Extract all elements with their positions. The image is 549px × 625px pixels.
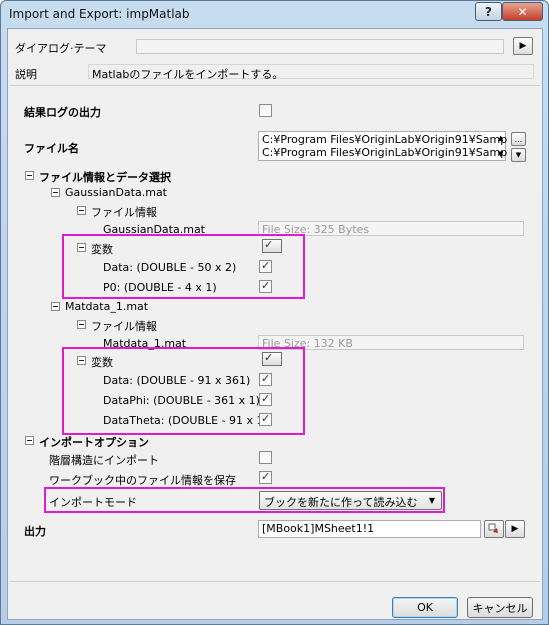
dialog-window: Import and Export: impMatlab ? ✕ ダイアログ·テ…	[0, 0, 549, 625]
range-pick-icon	[488, 523, 498, 533]
collapse-file-2-info-icon[interactable]	[77, 320, 86, 329]
results-log-checkbox[interactable]	[259, 104, 272, 117]
import-mode-value: ブックを新たに作って読み込む	[264, 496, 418, 509]
file-2-var-1-checkbox[interactable]	[259, 372, 272, 386]
filename-line-2: C:¥Program Files¥OriginLab¥Origin91¥Samp	[262, 146, 508, 159]
file-section-label: ファイル情報とデータ選択	[39, 171, 171, 184]
file-2-var-3-checkbox[interactable]	[259, 412, 272, 426]
ok-button[interactable]: OK	[392, 597, 458, 618]
collapse-file-1-info-icon[interactable]	[77, 206, 86, 215]
file-2-var-1: Data: (DOUBLE - 91 x 361)	[103, 374, 251, 387]
description-box: Matlabのファイルをインポートする。	[88, 64, 534, 81]
file-2-name: Matdata_1.mat	[65, 300, 149, 313]
import-options-label: インポートオプション	[39, 436, 149, 449]
file-1-var-1-checkbox[interactable]	[259, 259, 272, 273]
description-text: Matlabのファイルをインポートする。	[92, 68, 284, 81]
filename-dropdown-button[interactable]: ▼	[511, 148, 526, 162]
output-pick-button[interactable]	[484, 520, 504, 538]
file-1-var-2-checkbox[interactable]	[259, 279, 272, 293]
file-2-info-label: ファイル情報	[91, 320, 157, 333]
scroll-down-icon[interactable]: ▼	[498, 151, 503, 158]
output-value: [MBook1]MSheet1!1	[262, 522, 375, 535]
window-title: Import and Export: impMatlab	[9, 7, 190, 21]
collapse-file-2-icon[interactable]	[51, 302, 60, 311]
dialog-theme-field[interactable]	[136, 39, 504, 54]
cancel-button[interactable]: キャンセル	[467, 597, 533, 618]
chevron-down-icon: ▼	[515, 151, 522, 159]
file-2-var-3: DataTheta: (DOUBLE - 91 x 1)	[103, 414, 268, 427]
file-1-info-label: ファイル情報	[91, 206, 157, 219]
hierarchy-label: 階層構造にインポート	[49, 454, 159, 467]
file-1-select-all-button[interactable]	[262, 238, 282, 253]
output-label: 出力	[24, 525, 46, 538]
hierarchy-checkbox[interactable]	[259, 451, 272, 464]
play-arrow-icon: ▶	[511, 524, 519, 534]
close-button[interactable]: ✕	[502, 2, 543, 21]
ok-label: OK	[417, 601, 433, 614]
cancel-label: キャンセル	[472, 601, 528, 615]
collapse-file-1-vars-icon[interactable]	[77, 243, 86, 252]
save-info-checkbox[interactable]	[259, 470, 272, 484]
file-2-select-all-button[interactable]	[262, 351, 282, 366]
file-2-var-2-checkbox[interactable]	[259, 392, 272, 406]
filename-field[interactable]: C:¥Program Files¥OriginLab¥Origin91¥Samp…	[258, 131, 508, 161]
results-log-label: 結果ログの出力	[24, 106, 101, 119]
close-icon: ✕	[517, 4, 528, 19]
description-label: 説明	[15, 68, 37, 81]
collapse-file-section-icon[interactable]	[25, 171, 34, 180]
import-mode-label: インポートモード	[49, 496, 137, 509]
file-2-vars-label: 変数	[91, 356, 113, 369]
question-icon: ?	[485, 4, 492, 19]
collapse-import-options-icon[interactable]	[25, 436, 34, 445]
title-bar[interactable]: Import and Export: impMatlab ? ✕	[1, 1, 548, 27]
file-1-var-1: Data: (DOUBLE - 50 x 2)	[103, 261, 237, 274]
import-mode-select[interactable]: ブックを新たに作って読み込む ▼	[259, 491, 442, 510]
chevron-down-icon: ▼	[428, 496, 435, 505]
dialog-client-area: ダイアログ·テーマ ▶ 説明 Matlabのファイルをインポートする。 結果ログ…	[7, 28, 543, 620]
divider	[10, 85, 540, 86]
filename-label: ファイル名	[24, 142, 79, 155]
help-button[interactable]: ?	[475, 2, 502, 21]
theme-menu-button[interactable]: ▶	[513, 37, 533, 55]
dialog-theme-label: ダイアログ·テーマ	[15, 42, 107, 55]
file-1-name: GaussianData.mat	[65, 186, 167, 199]
collapse-file-2-vars-icon[interactable]	[77, 356, 86, 365]
divider	[10, 581, 540, 582]
output-menu-button[interactable]: ▶	[505, 520, 525, 538]
ellipsis-icon: ...	[514, 134, 523, 144]
file-1-var-2: P0: (DOUBLE - 4 x 1)	[103, 281, 217, 294]
file-1-vars-label: 変数	[91, 243, 113, 256]
filename-line-1: C:¥Program Files¥OriginLab¥Origin91¥Samp	[262, 133, 508, 146]
browse-button[interactable]: ...	[511, 132, 526, 146]
play-arrow-icon: ▶	[519, 41, 527, 51]
collapse-file-1-icon[interactable]	[51, 188, 60, 197]
save-info-label: ワークブック中のファイル情報を保存	[49, 474, 236, 487]
scroll-up-icon[interactable]: ▲	[498, 135, 503, 142]
file-2-var-2: DataPhi: (DOUBLE - 361 x 1)	[103, 394, 260, 407]
output-field[interactable]: [MBook1]MSheet1!1	[258, 520, 481, 538]
